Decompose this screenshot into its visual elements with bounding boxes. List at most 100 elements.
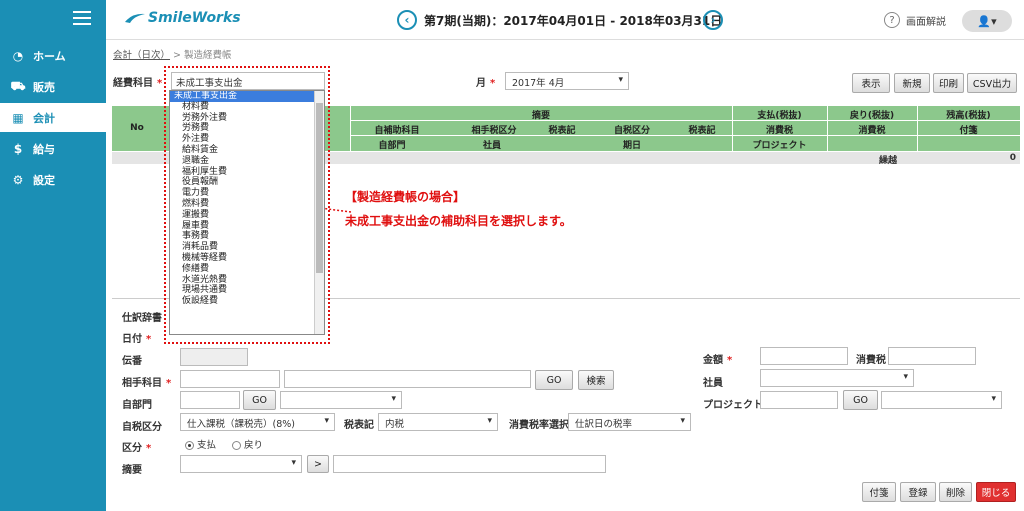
dropdown-option[interactable]: 現場共通費: [170, 285, 324, 296]
sidebar-item-sales[interactable]: ⛟ 販売: [0, 72, 106, 101]
col-consumption-tax: 消費税: [765, 126, 793, 136]
breadcrumb: 会計（日次） > 製造経費帳: [113, 50, 232, 61]
scrollbar-thumb[interactable]: [316, 103, 323, 273]
partner-account-name-input[interactable]: [284, 370, 531, 388]
col-summary: 摘要: [531, 111, 550, 121]
col-consumption-tax-2: 消費税: [858, 126, 886, 136]
sidebar-item-label: ホーム: [33, 49, 66, 63]
close-button[interactable]: 閉じる: [976, 482, 1016, 502]
display-button[interactable]: 表示: [852, 73, 890, 93]
dropdown-scrollbar[interactable]: [314, 91, 324, 334]
register-button[interactable]: 登録: [900, 482, 936, 502]
dropdown-option[interactable]: 機械等経費: [170, 253, 324, 264]
dropdown-option[interactable]: 修繕費: [170, 264, 324, 275]
dropdown-option[interactable]: 燃料費: [170, 199, 324, 210]
dropdown-option[interactable]: 外注費: [170, 134, 324, 145]
own-dept-label: 自部門: [122, 400, 152, 411]
kubun-radio-payment[interactable]: 支払: [185, 437, 216, 451]
partner-account-go-button[interactable]: GO: [535, 370, 573, 390]
col-no: No: [130, 123, 144, 133]
dropdown-option[interactable]: 未成工事支出金: [170, 91, 324, 102]
carry-forward-label: 繰越: [879, 156, 898, 166]
dropdown-option[interactable]: 退職金: [170, 156, 324, 167]
delete-button[interactable]: 削除: [939, 482, 972, 502]
partner-account-search-button[interactable]: 検索: [578, 370, 614, 390]
sidebar-item-label: 給与: [33, 142, 55, 156]
next-period-button[interactable]: ›: [703, 10, 723, 30]
month-label: 月 *: [476, 78, 496, 89]
sidebar-item-settings[interactable]: ⚙ 設定: [0, 165, 106, 194]
dropdown-option[interactable]: 給料賃金: [170, 145, 324, 156]
cart-icon: ⛟: [10, 78, 26, 93]
tax-mark-select[interactable]: 内税: [378, 413, 498, 431]
own-dept-go-button[interactable]: GO: [243, 390, 276, 410]
col-own-tax-class: 自税区分: [613, 126, 650, 136]
own-dept-code-input[interactable]: [180, 391, 240, 409]
kubun-radio-refund[interactable]: 戻り: [232, 437, 263, 451]
account-dropdown-list[interactable]: 未成工事支出金 材料費 労務外注費 労務費 外注費 給料賃金 退職金 福利厚生費…: [169, 90, 325, 335]
breadcrumb-parent-link[interactable]: 会計（日次）: [113, 50, 170, 61]
top-bar: SmileWorks ‹ 第7期(当期)：2017年04月01日 - 2018年…: [106, 0, 1024, 40]
sidebar-item-label: 会計: [33, 111, 55, 125]
col-tax-mark: 税表記: [548, 126, 576, 136]
month-select[interactable]: 2017年 4月: [505, 72, 629, 90]
summary-select[interactable]: [180, 455, 302, 473]
dropdown-option[interactable]: 役員報酬: [170, 177, 324, 188]
amount-label: 金額 *: [703, 355, 733, 366]
sidebar-item-accounting[interactable]: ▦ 会計: [0, 103, 106, 132]
money-bag-icon: $: [13, 141, 23, 156]
dropdown-option[interactable]: 電力費: [170, 188, 324, 199]
user-menu-button[interactable]: 👤▾: [962, 10, 1012, 32]
summary-insert-button[interactable]: >: [307, 455, 329, 473]
voucher-input: [180, 348, 248, 366]
dropdown-option[interactable]: 運搬費: [170, 210, 324, 221]
annotation-title: 【製造経費帳の場合】: [345, 190, 466, 204]
dropdown-option[interactable]: 材料費: [170, 102, 324, 113]
own-tax-class-select[interactable]: 仕入課税（課税売）(8%): [180, 413, 335, 431]
fiscal-period: 第7期(当期)：2017年04月01日 - 2018年03月31日: [424, 14, 723, 28]
summary-input[interactable]: [333, 455, 606, 473]
dropdown-option[interactable]: 労務費: [170, 123, 324, 134]
partner-account-code-input[interactable]: [180, 370, 280, 388]
tax-mark-label: 税表記: [344, 420, 374, 431]
tax-rate-label: 消費税率選択: [509, 420, 569, 431]
col-balance: 残高(税抜): [946, 111, 991, 121]
employee-select[interactable]: [760, 369, 914, 387]
user-icon: 👤▾: [977, 14, 997, 28]
sidebar-item-payroll[interactable]: $ 給与: [0, 134, 106, 163]
menu-icon[interactable]: [73, 11, 91, 25]
own-dept-select[interactable]: [280, 391, 402, 409]
col-refund: 戻り(税抜): [849, 111, 895, 121]
sidebar-item-label: 販売: [33, 80, 55, 94]
col-partner-tax-class: 相手税区分: [471, 126, 517, 136]
dropdown-option[interactable]: 仮設経費: [170, 296, 324, 307]
prev-period-button[interactable]: ‹: [397, 10, 417, 30]
breadcrumb-current: 製造経費帳: [184, 50, 232, 61]
tax-rate-select[interactable]: 仕訳日の税率: [568, 413, 691, 431]
project-select[interactable]: [881, 391, 1002, 409]
sidebar-item-label: 設定: [33, 173, 55, 187]
dropdown-option[interactable]: 履車費: [170, 221, 324, 232]
calculator-icon: ▦: [12, 110, 24, 125]
dropdown-option[interactable]: 消耗品費: [170, 242, 324, 253]
csv-export-button[interactable]: CSV出力: [967, 73, 1017, 93]
project-code-input[interactable]: [760, 391, 838, 409]
memo-button[interactable]: 付箋: [862, 482, 896, 502]
question-icon: ?: [884, 12, 900, 28]
dropdown-option[interactable]: 労務外注費: [170, 113, 324, 124]
chevron-left-icon: ‹: [404, 13, 410, 27]
employee-label: 社員: [703, 378, 723, 389]
project-go-button[interactable]: GO: [843, 390, 878, 410]
consumption-tax-input[interactable]: [888, 347, 976, 365]
carry-forward-value: 0: [1009, 153, 1016, 163]
dropdown-option[interactable]: 水道光熱費: [170, 275, 324, 286]
help-button[interactable]: ? 画面解説: [884, 12, 946, 28]
sidebar-item-home[interactable]: ◔ ホーム: [0, 41, 106, 70]
dropdown-option[interactable]: 事務費: [170, 231, 324, 242]
amount-input[interactable]: [760, 347, 848, 365]
print-button[interactable]: 印刷: [933, 73, 964, 93]
dropdown-option[interactable]: 福利厚生費: [170, 167, 324, 178]
logo-swoosh-icon: [125, 13, 145, 23]
new-button[interactable]: 新規: [894, 73, 930, 93]
col-memo: 付箋: [959, 126, 978, 136]
